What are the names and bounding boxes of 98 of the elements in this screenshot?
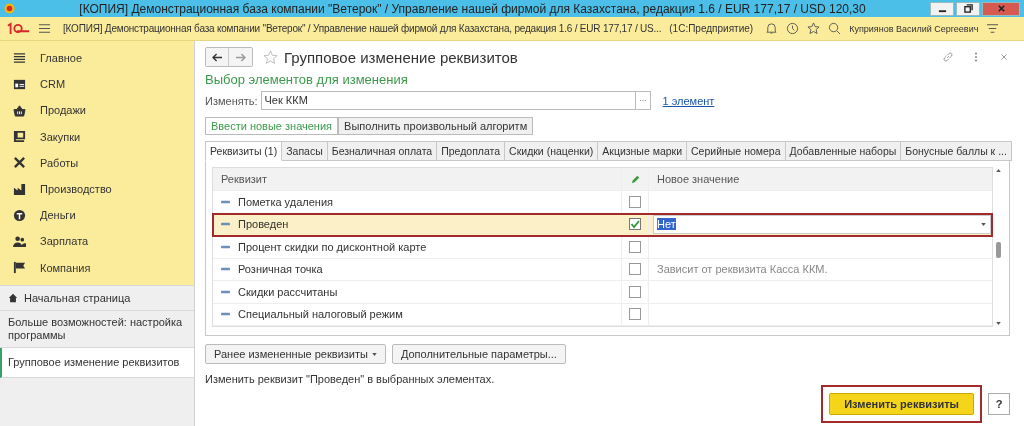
sidebar-item[interactable]: CRM xyxy=(0,71,194,98)
column-header: Новое значение xyxy=(648,168,992,190)
field-label: Изменять: xyxy=(205,94,258,107)
checkbox[interactable] xyxy=(629,240,641,253)
attribute-icon xyxy=(221,199,230,204)
bell-icon[interactable] xyxy=(765,22,779,35)
mode-tab[interactable]: Ввести новые значения xyxy=(205,117,339,135)
tab[interactable]: Предоплата xyxy=(437,141,506,161)
restore-button[interactable] xyxy=(956,1,980,16)
table-cell: Проведен xyxy=(238,218,289,231)
menu-icon[interactable] xyxy=(38,22,51,35)
value-field[interactable]: Нет xyxy=(653,214,991,234)
caret-icon xyxy=(371,352,377,356)
attribute-icon xyxy=(221,267,230,272)
tab[interactable]: Добавленные наборы xyxy=(785,141,902,161)
table-row[interactable]: Специальный налоговый режим xyxy=(213,303,992,326)
attribute-icon xyxy=(221,312,230,317)
close-icon xyxy=(996,4,1006,13)
factory-icon xyxy=(13,182,26,196)
ellipsis-icon xyxy=(638,99,647,102)
attribute-icon xyxy=(221,244,230,249)
checkbox[interactable] xyxy=(629,285,641,298)
close-button[interactable] xyxy=(982,1,1020,16)
elements-link[interactable]: 1 элемент xyxy=(662,94,715,107)
table-row[interactable]: Скидки рассчитаны xyxy=(213,281,992,304)
forward-arrow-icon xyxy=(235,52,246,62)
sidebar-item[interactable]: Деньги xyxy=(0,202,194,229)
parameters-button[interactable]: Дополнительные параметры... xyxy=(391,344,566,364)
back-arrow-icon xyxy=(211,52,223,62)
minimize-button[interactable] xyxy=(930,1,954,16)
attribute-icon xyxy=(221,289,230,294)
dropdown-icon[interactable] xyxy=(981,222,986,226)
tab[interactable]: Запасы xyxy=(282,141,328,161)
history-dropdown-button[interactable]: Ранее измененные реквизиты xyxy=(205,344,386,364)
table-cell: Пометка удаления xyxy=(238,195,333,208)
window-title: [КОПИЯ] Демонстрационная база компании "Ветерок" / Управление нашей фирмой для Казахстана, редакция 1.6 / EUR 177,17 / USD 120,30 xyxy=(78,1,867,16)
tab[interactable]: Серийные номера xyxy=(687,141,786,161)
app-name: (1С:Предприятие) xyxy=(669,23,754,34)
sidebar-item[interactable]: Закупки xyxy=(0,123,194,150)
object-type-field[interactable]: Чек ККМ xyxy=(260,91,635,110)
attribute-icon xyxy=(221,222,230,227)
money-icon xyxy=(13,208,26,222)
tab[interactable]: Безналичная оплата xyxy=(327,141,438,161)
card-icon xyxy=(13,77,26,91)
sidebar-item[interactable]: Производство xyxy=(0,175,194,203)
history-icon[interactable] xyxy=(786,22,800,35)
mode-tab[interactable]: Выполнить произвольный алгоритм xyxy=(338,117,534,135)
hint-text: Изменить реквизит "Проведен" в выбранных элементах. xyxy=(205,373,496,385)
tab[interactable]: Акцизные марки xyxy=(598,141,688,161)
scroll-up-icon[interactable] xyxy=(995,169,1001,172)
table-cell: Розничная точка xyxy=(238,263,323,276)
checkbox[interactable] xyxy=(629,263,641,276)
table-cell: Процент скидки по дисконтной карте xyxy=(238,240,427,253)
app-title: [КОПИЯ] Демонстрационная база компании "Ветерок" / Управление нашей фирмой для Казахстана, редакция 1.6 / EUR 177,17 / US... xyxy=(63,23,662,34)
scroll-down-icon[interactable] xyxy=(995,322,1001,325)
logo-icon xyxy=(4,3,15,14)
sidebar-item[interactable]: Компания xyxy=(0,254,194,281)
form-title: Групповое изменение реквизитов xyxy=(284,48,519,66)
restore-icon xyxy=(963,4,973,13)
table-row[interactable]: Проведен Нет xyxy=(213,213,992,236)
sidebar-item[interactable]: Зарплата xyxy=(0,228,194,255)
scroll-thumb[interactable] xyxy=(995,242,1001,258)
star-icon[interactable] xyxy=(263,49,278,65)
logo-icon xyxy=(6,22,30,35)
checkbox[interactable] xyxy=(629,195,641,208)
flag-icon xyxy=(13,261,26,275)
open-window-item[interactable]: Групповое изменение реквизитов xyxy=(0,347,194,378)
sidebar-item[interactable]: Работы xyxy=(0,149,194,176)
checkbox[interactable] xyxy=(629,308,641,321)
basket-icon xyxy=(13,103,26,117)
help-button[interactable]: ? xyxy=(988,393,1010,415)
tab[interactable]: Скидки (наценки) xyxy=(505,141,599,161)
home-link[interactable]: Начальная страница xyxy=(0,285,194,311)
filter-icon[interactable] xyxy=(986,22,1000,35)
lines-icon xyxy=(13,51,26,65)
table-row[interactable]: Розничная точка Зависит от реквизита Касса ККМ. xyxy=(213,258,992,281)
home-icon xyxy=(8,292,18,303)
column-header: Реквизит xyxy=(220,173,268,185)
close-icon[interactable] xyxy=(998,51,1010,63)
change-attributes-button[interactable]: Изменить реквизиты xyxy=(829,393,974,415)
table-row[interactable]: Процент скидки по дисконтной карте xyxy=(213,236,992,259)
link-icon[interactable] xyxy=(942,51,954,63)
pencil-icon xyxy=(629,173,641,185)
sidebar-item[interactable]: Главное xyxy=(0,45,194,72)
back-button[interactable] xyxy=(206,48,229,66)
table-cell: Специальный налоговый режим xyxy=(238,308,403,321)
sidebar-item[interactable]: Продажи xyxy=(0,97,194,124)
search-icon[interactable] xyxy=(828,22,842,35)
tab[interactable]: Бонусные баллы к ... xyxy=(901,141,1012,161)
table-cell: Скидки рассчитаны xyxy=(238,285,338,298)
checkbox[interactable] xyxy=(629,218,641,231)
star-icon[interactable] xyxy=(807,22,821,35)
open-window-item[interactable]: Больше возможностей: настройка программы xyxy=(0,310,194,348)
tab[interactable]: Реквизиты (1) xyxy=(205,141,283,161)
people-icon xyxy=(13,234,26,248)
user-name[interactable]: Куприянов Василий Сергеевич xyxy=(849,23,979,34)
section-title: Выбор элементов для изменения xyxy=(205,72,409,87)
table-cell-text: Зависит от реквизита Касса ККМ. xyxy=(656,263,828,276)
